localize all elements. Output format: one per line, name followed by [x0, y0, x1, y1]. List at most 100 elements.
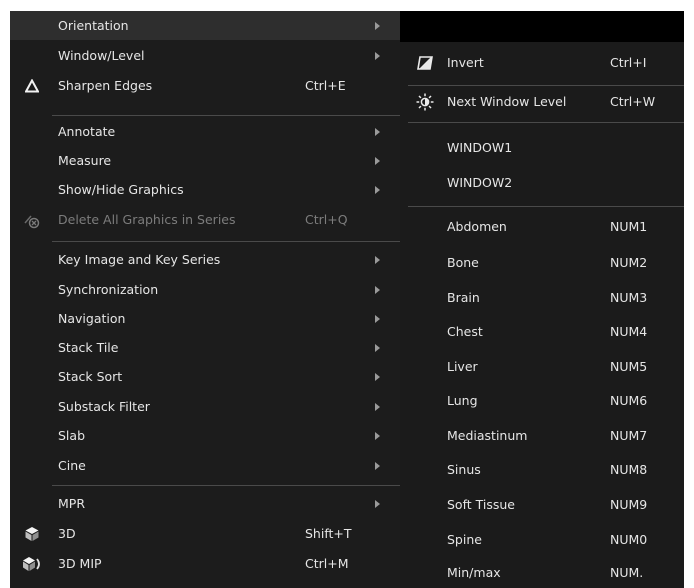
menu-item-show-hide-graphics[interactable]: Show/Hide Graphics — [10, 175, 400, 204]
menu-item-window-level[interactable]: Window/Level — [10, 41, 400, 70]
submenu-header-bar — [400, 11, 684, 42]
submenu-item-label: Abdomen — [447, 219, 507, 234]
submenu-item-shortcut: NUM5 — [610, 359, 648, 374]
submenu-item-label: Bone — [447, 255, 479, 270]
submenu-item-shortcut: NUM3 — [610, 290, 648, 305]
submenu-item-label: WINDOW2 — [447, 175, 513, 190]
menu-item-label: Substack Filter — [58, 399, 150, 414]
delta-icon — [21, 75, 43, 97]
submenu-arrow-icon — [375, 314, 380, 323]
menu-item-shortcut: Ctrl+M — [305, 556, 349, 571]
menu-item-slab[interactable]: Slab — [10, 421, 400, 450]
menu-item-synchronization[interactable]: Synchronization — [10, 275, 400, 304]
submenu-item-window2[interactable]: WINDOW2 — [400, 168, 684, 197]
submenu-item-label: Min/max — [447, 565, 501, 580]
menu-separator — [52, 241, 400, 242]
menu-item-3d-mip[interactable]: 3D MIP Ctrl+M — [10, 549, 400, 578]
submenu-item-label: Next Window Level — [447, 94, 567, 109]
submenu-arrow-icon — [375, 343, 380, 352]
submenu-item-shortcut: NUM. — [610, 565, 644, 580]
submenu-item-abdomen[interactable]: Abdomen NUM1 — [400, 212, 684, 241]
menu-item-label: Sharpen Edges — [58, 78, 153, 93]
submenu-arrow-icon — [375, 51, 380, 60]
menu-separator — [52, 115, 400, 116]
menu-item-label: Stack Sort — [58, 369, 123, 384]
submenu-arrow-icon — [375, 461, 380, 470]
submenu-item-shortcut: NUM8 — [610, 462, 648, 477]
submenu-item-shortcut: Ctrl+W — [610, 94, 656, 109]
menu-separator — [52, 485, 400, 486]
menu-item-shortcut: Ctrl+Q — [305, 212, 348, 227]
submenu-item-brain[interactable]: Brain NUM3 — [400, 283, 684, 312]
menu-item-label: Slab — [58, 428, 86, 443]
submenu-arrow-icon — [375, 127, 380, 136]
submenu-item-shortcut: NUM0 — [610, 532, 648, 547]
submenu-item-label: Lung — [447, 393, 478, 408]
submenu-item-label: Spine — [447, 532, 482, 547]
submenu-item-shortcut: NUM4 — [610, 324, 648, 339]
menu-separator — [408, 206, 684, 207]
submenu-item-label: Sinus — [447, 462, 481, 477]
menu-item-stack-tile[interactable]: Stack Tile — [10, 333, 400, 362]
menu-item-sharpen-edges[interactable]: Sharpen Edges Ctrl+E — [10, 71, 400, 100]
delete-graphics-icon — [21, 209, 43, 231]
submenu-item-label: Soft Tissue — [447, 497, 515, 512]
submenu-arrow-icon — [375, 185, 380, 194]
submenu-item-shortcut: NUM7 — [610, 428, 648, 443]
menu-separator — [408, 85, 684, 86]
menu-item-label: Delete All Graphics in Series — [58, 212, 236, 227]
menu-item-substack-filter[interactable]: Substack Filter — [10, 392, 400, 421]
submenu-item-shortcut: NUM9 — [610, 497, 648, 512]
submenu-item-mediastinum[interactable]: Mediastinum NUM7 — [400, 421, 684, 450]
menu-item-3d[interactable]: 3D Shift+T — [10, 519, 400, 548]
menu-item-navigation[interactable]: Navigation — [10, 304, 400, 333]
submenu-arrow-icon — [375, 21, 380, 30]
submenu-item-sinus[interactable]: Sinus NUM8 — [400, 455, 684, 484]
submenu-item-liver[interactable]: Liver NUM5 — [400, 352, 684, 381]
submenu-arrow-icon — [375, 431, 380, 440]
submenu-item-soft-tissue[interactable]: Soft Tissue NUM9 — [400, 490, 684, 519]
submenu-item-window1[interactable]: WINDOW1 — [400, 133, 684, 162]
submenu-item-label: Liver — [447, 359, 478, 374]
submenu-item-shortcut: NUM2 — [610, 255, 648, 270]
submenu-arrow-icon — [375, 255, 380, 264]
menu-item-label: MPR — [58, 496, 86, 511]
submenu-item-invert[interactable]: Invert Ctrl+I — [400, 48, 684, 77]
submenu-item-label: Mediastinum — [447, 428, 528, 443]
submenu-item-chest[interactable]: Chest NUM4 — [400, 317, 684, 346]
submenu-item-label: Brain — [447, 290, 480, 305]
invert-icon — [414, 52, 436, 74]
submenu-item-shortcut: NUM1 — [610, 219, 648, 234]
menu-item-mpr[interactable]: MPR — [10, 489, 400, 518]
menu-item-label: Measure — [58, 153, 112, 168]
submenu-item-spine[interactable]: Spine NUM0 — [400, 525, 684, 554]
menu-separator — [408, 122, 684, 123]
menu-item-annotate[interactable]: Annotate — [10, 117, 400, 146]
submenu-arrow-icon — [375, 499, 380, 508]
submenu-item-lung[interactable]: Lung NUM6 — [400, 386, 684, 415]
submenu-item-shortcut: NUM6 — [610, 393, 648, 408]
cube-3d-icon — [21, 523, 43, 545]
submenu-arrow-icon — [375, 372, 380, 381]
menu-item-orientation[interactable]: Orientation — [10, 11, 400, 40]
submenu-item-bone[interactable]: Bone NUM2 — [400, 248, 684, 277]
menu-item-label: Show/Hide Graphics — [58, 182, 184, 197]
menu-item-delete-all-graphics[interactable]: Delete All Graphics in Series Ctrl+Q — [10, 205, 400, 234]
menu-item-key-image-key-series[interactable]: Key Image and Key Series — [10, 245, 400, 274]
menu-item-label: Synchronization — [58, 282, 159, 297]
submenu-arrow-icon — [375, 285, 380, 294]
menu-item-label: Stack Tile — [58, 340, 119, 355]
menu-item-stack-sort[interactable]: Stack Sort — [10, 362, 400, 391]
menu-item-label: 3D — [58, 526, 76, 541]
submenu-item-min-max[interactable]: Min/max NUM. — [400, 558, 684, 587]
menu-item-measure[interactable]: Measure — [10, 146, 400, 175]
cube-mip-icon — [21, 553, 43, 575]
menu-item-label: Orientation — [58, 18, 129, 33]
menu-item-label: 3D MIP — [58, 556, 102, 571]
menu-item-label: Navigation — [58, 311, 126, 326]
submenu-arrow-icon — [375, 402, 380, 411]
menu-item-shortcut: Ctrl+E — [305, 78, 346, 93]
menu-item-cine[interactable]: Cine — [10, 451, 400, 480]
submenu-item-next-window-level[interactable]: Next Window Level Ctrl+W — [400, 87, 684, 116]
context-menu: Orientation Window/Level Sharpen Edges C… — [10, 11, 400, 588]
